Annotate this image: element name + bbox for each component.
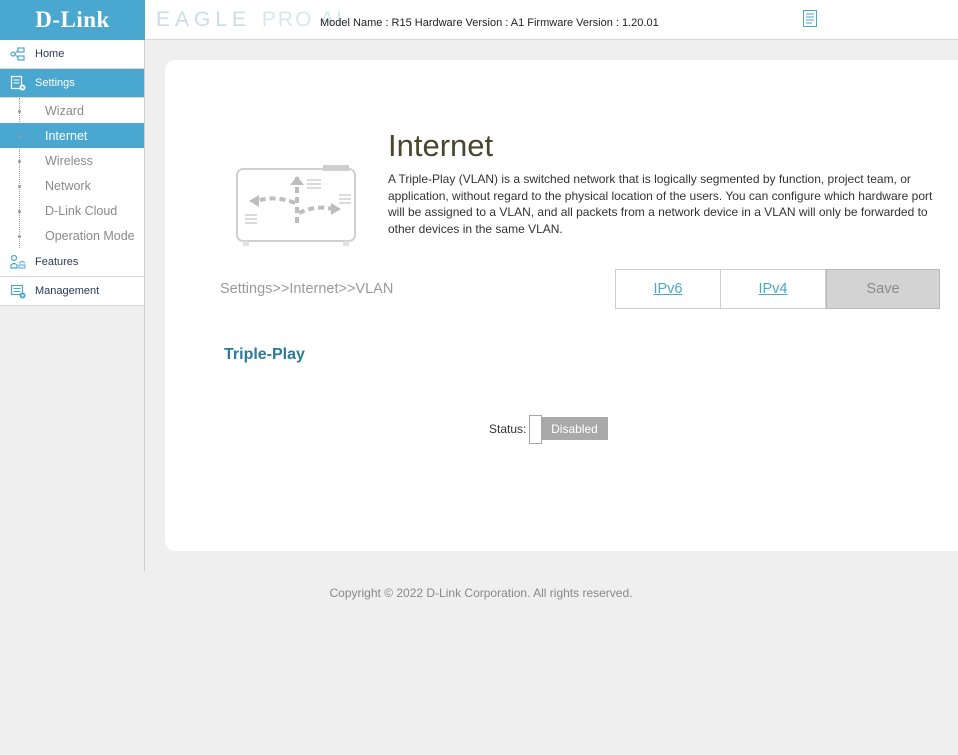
sidebar-item-settings[interactable]: Settings bbox=[0, 69, 144, 98]
sidebar-subitem-wireless[interactable]: Wireless bbox=[0, 148, 144, 173]
management-icon bbox=[10, 284, 26, 299]
status-toggle-value: Disabled bbox=[541, 417, 608, 440]
content-panel: Internet A Triple-Play (VLAN) is a switc… bbox=[165, 60, 958, 551]
router-vlan-illustration-icon bbox=[236, 165, 356, 246]
save-button[interactable]: Save bbox=[826, 269, 940, 309]
sidebar-item-management[interactable]: Management bbox=[0, 277, 144, 306]
toggle-knob[interactable] bbox=[529, 415, 542, 444]
status-label: Status: bbox=[489, 422, 527, 436]
home-network-icon bbox=[10, 47, 25, 61]
copyright-text: Copyright © 2022 D-Link Corporation. All… bbox=[329, 586, 633, 600]
eagle-pro-ai-brand: EAGLE PRO AI bbox=[156, 8, 344, 32]
dlink-logo[interactable]: D-Link bbox=[0, 0, 145, 40]
top-header: D-Link EAGLE PRO AI Model Name : R15 Har… bbox=[0, 0, 958, 40]
sidebar-subitem-wizard[interactable]: Wizard bbox=[0, 98, 144, 123]
features-icon bbox=[10, 254, 26, 269]
brand-eagle: EAGLE bbox=[156, 8, 252, 31]
page-title: Internet bbox=[388, 128, 494, 163]
sidebar: Home Settings Wizard Internet Wireless N… bbox=[0, 40, 145, 571]
sidebar-item-label: Features bbox=[35, 256, 79, 268]
sidebar-item-label: Home bbox=[35, 48, 65, 60]
document-icon[interactable] bbox=[803, 10, 817, 27]
sidebar-item-label: Settings bbox=[35, 77, 75, 89]
model-info: Model Name : R15 Hardware Version : A1 F… bbox=[320, 17, 659, 29]
sidebar-subitem-internet[interactable]: Internet bbox=[0, 123, 144, 148]
sidebar-item-home[interactable]: Home bbox=[0, 40, 144, 69]
ipv6-button[interactable]: IPv6 bbox=[615, 269, 721, 309]
sidebar-item-features[interactable]: Features bbox=[0, 248, 144, 277]
sidebar-item-label: Management bbox=[35, 285, 100, 297]
ipv4-button[interactable]: IPv4 bbox=[720, 269, 826, 309]
footer: Copyright © 2022 D-Link Corporation. All… bbox=[0, 586, 958, 600]
sidebar-subitem-network[interactable]: Network bbox=[0, 173, 144, 198]
settings-icon bbox=[10, 75, 26, 91]
breadcrumb: Settings>>Internet>>VLAN bbox=[220, 281, 394, 297]
status-toggle[interactable]: Disabled bbox=[529, 415, 609, 444]
sidebar-subitem-dlink-cloud[interactable]: D-Link Cloud bbox=[0, 198, 144, 223]
page-description: A Triple-Play (VLAN) is a switched netwo… bbox=[388, 172, 933, 236]
settings-submenu: Wizard Internet Wireless Network D-Link … bbox=[0, 98, 144, 248]
section-title-triple-play: Triple-Play bbox=[224, 346, 305, 363]
sidebar-subitem-operation-mode[interactable]: Operation Mode bbox=[0, 223, 144, 248]
